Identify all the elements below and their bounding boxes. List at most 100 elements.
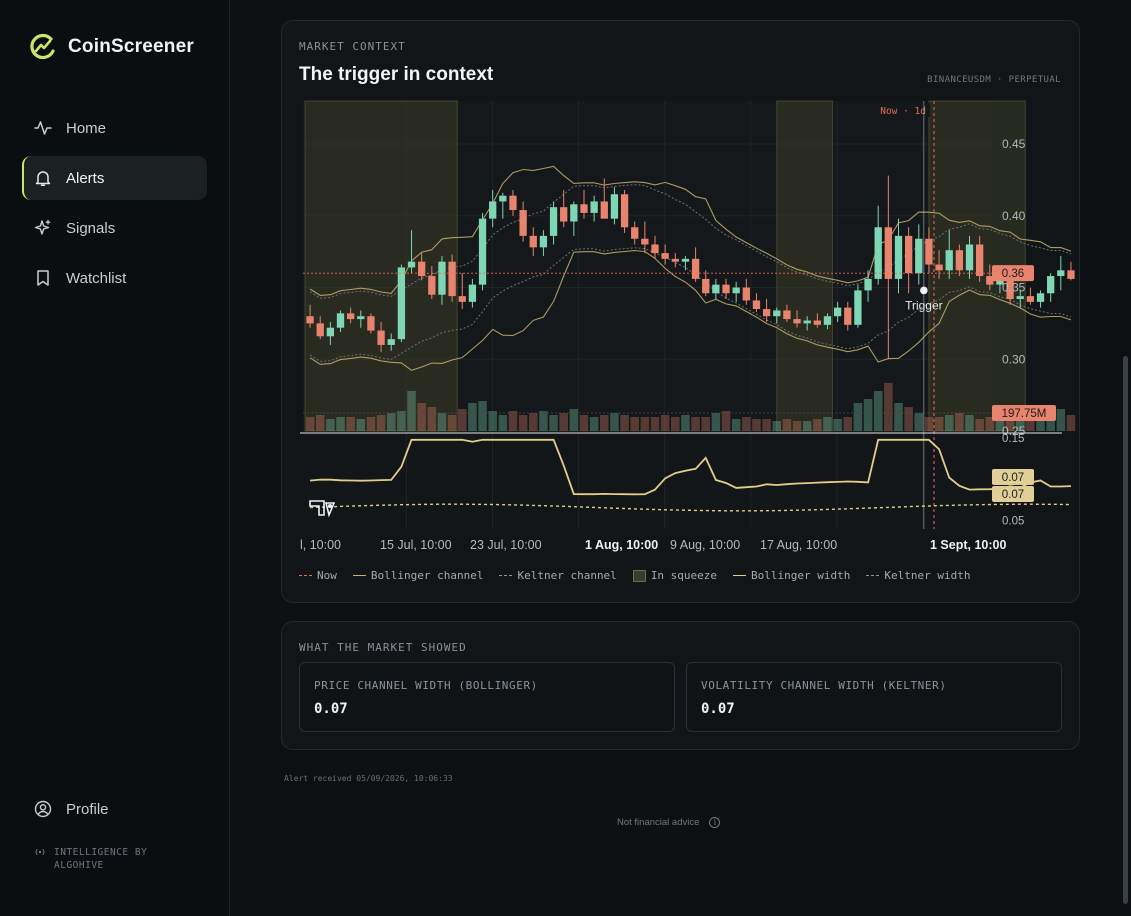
brand[interactable]: CoinScreener — [30, 32, 194, 62]
candle-body — [955, 250, 964, 271]
x-tick-label: 9 Aug, 10:00 — [670, 538, 740, 552]
price-tick-label: 0.40 — [1002, 209, 1026, 223]
candle-body — [976, 244, 984, 277]
logo-dot — [328, 504, 332, 508]
candle-body — [590, 201, 598, 213]
alert-received-timestamp: Alert received 05/09/2026, 10:06:33 — [284, 774, 453, 783]
volume-bar — [873, 391, 883, 431]
candle-body — [661, 253, 669, 259]
legend-item-bollinger[interactable]: Bollinger channel — [352, 569, 483, 582]
candle-body — [631, 227, 639, 239]
legend-item-keltner[interactable]: Keltner channel — [499, 569, 617, 582]
candle-body — [691, 258, 700, 279]
volume-bar — [762, 419, 771, 431]
volume-bar — [549, 415, 558, 431]
volume-bar — [772, 421, 782, 431]
powered-by-text: INTELLIGENCE BY ALGOHIVE — [54, 847, 148, 871]
volume-bar — [610, 413, 619, 431]
volume-bar — [660, 415, 670, 431]
volume-bar — [904, 407, 913, 431]
volume-bar — [955, 413, 964, 431]
metric-label: PRICE CHANNEL WIDTH (BOLLINGER) — [314, 679, 538, 692]
candle-body — [438, 261, 446, 295]
candle-body — [367, 316, 375, 331]
candle-body — [904, 235, 913, 274]
candle-body — [681, 258, 690, 262]
price-tick-label: 0.45 — [1002, 137, 1026, 151]
volume-bar — [924, 417, 934, 431]
volume-bar — [508, 411, 518, 431]
metric-value: 0.07 — [701, 701, 735, 717]
x-tick-label: 1 Sept, 10:00 — [930, 538, 1006, 552]
candle-body — [1067, 270, 1075, 279]
volume-bar — [518, 415, 528, 431]
trigger-dot — [920, 286, 928, 295]
volume-bar — [944, 415, 954, 431]
candle-body — [600, 201, 608, 219]
candle-body — [1016, 296, 1024, 299]
volume-bar — [579, 415, 589, 431]
sidebar-item-signals[interactable]: Signals — [22, 206, 207, 250]
volume-bar — [569, 409, 579, 431]
volume-bar — [650, 417, 660, 431]
legend-item-bollinger-width[interactable]: Bollinger width — [733, 569, 850, 582]
legend-item-now[interactable]: Now — [299, 569, 337, 582]
candle-body — [823, 316, 832, 325]
candle-body — [620, 194, 629, 228]
width-badge-label: 0.07 — [1002, 472, 1024, 484]
volume-bar — [478, 401, 487, 431]
candle-body — [742, 287, 750, 301]
volume-bar — [914, 413, 924, 431]
chart-legend: Now Bollinger channel Keltner channel In… — [299, 569, 970, 582]
candle-body — [509, 195, 517, 211]
legend-item-squeeze[interactable]: In squeeze — [632, 569, 717, 582]
user-circle-icon — [34, 800, 52, 818]
volume-bar — [620, 415, 629, 431]
volume-bar — [691, 417, 700, 431]
candle-body — [783, 310, 791, 320]
candle-body — [1026, 296, 1035, 302]
sparkles-icon — [34, 219, 51, 235]
volume-bar — [529, 413, 538, 431]
brand-name: CoinScreener — [68, 36, 194, 57]
candle-body — [894, 235, 903, 279]
squeeze-band — [304, 100, 458, 432]
candle-body — [925, 238, 933, 265]
volume-bar — [468, 403, 477, 431]
candle-body — [549, 207, 558, 236]
candle-body — [1057, 270, 1065, 277]
candle-body — [610, 194, 619, 219]
candle-body — [935, 264, 943, 271]
volume-bar — [802, 421, 812, 431]
candle-body — [773, 310, 781, 317]
volume-bar — [305, 417, 315, 431]
candle-body — [326, 327, 335, 337]
volume-bar — [711, 413, 721, 431]
sidebar-item-alerts[interactable]: Alerts — [22, 156, 207, 200]
volume-bar — [600, 415, 609, 431]
volume-bar — [559, 413, 568, 431]
candle-body — [347, 313, 355, 320]
volume-bar — [386, 413, 396, 431]
bookmark-icon — [37, 270, 49, 286]
candle-body — [428, 276, 436, 295]
candle-body — [874, 227, 882, 279]
sidebar-item-label: Signals — [66, 219, 116, 237]
x-tick-label: 23 Jul, 10:00 — [470, 538, 542, 552]
volume-bar — [894, 403, 903, 431]
logo-icon — [30, 33, 55, 60]
scrollbar-thumb[interactable] — [1123, 356, 1128, 904]
sidebar-item-profile[interactable]: Profile — [34, 800, 109, 818]
sidebar-item-watchlist[interactable]: Watchlist — [22, 256, 207, 300]
sidebar-item-home[interactable]: Home — [22, 106, 207, 150]
info-icon[interactable]: i — [709, 817, 721, 828]
x-tick-label: 15 Jul, 10:00 — [380, 538, 452, 552]
legend-item-keltner-width[interactable]: Keltner width — [866, 569, 970, 582]
sidebar-nav: Home Alerts Signals Watchlist — [22, 106, 207, 306]
volume-bar — [975, 419, 984, 431]
volume-bar — [833, 419, 842, 431]
candle-body — [377, 330, 385, 345]
candle-body — [945, 250, 953, 271]
price-chart[interactable]: Now · 1dTrigger0.450.400.350.300.250.361… — [282, 21, 1079, 561]
volume-bar — [315, 415, 325, 431]
